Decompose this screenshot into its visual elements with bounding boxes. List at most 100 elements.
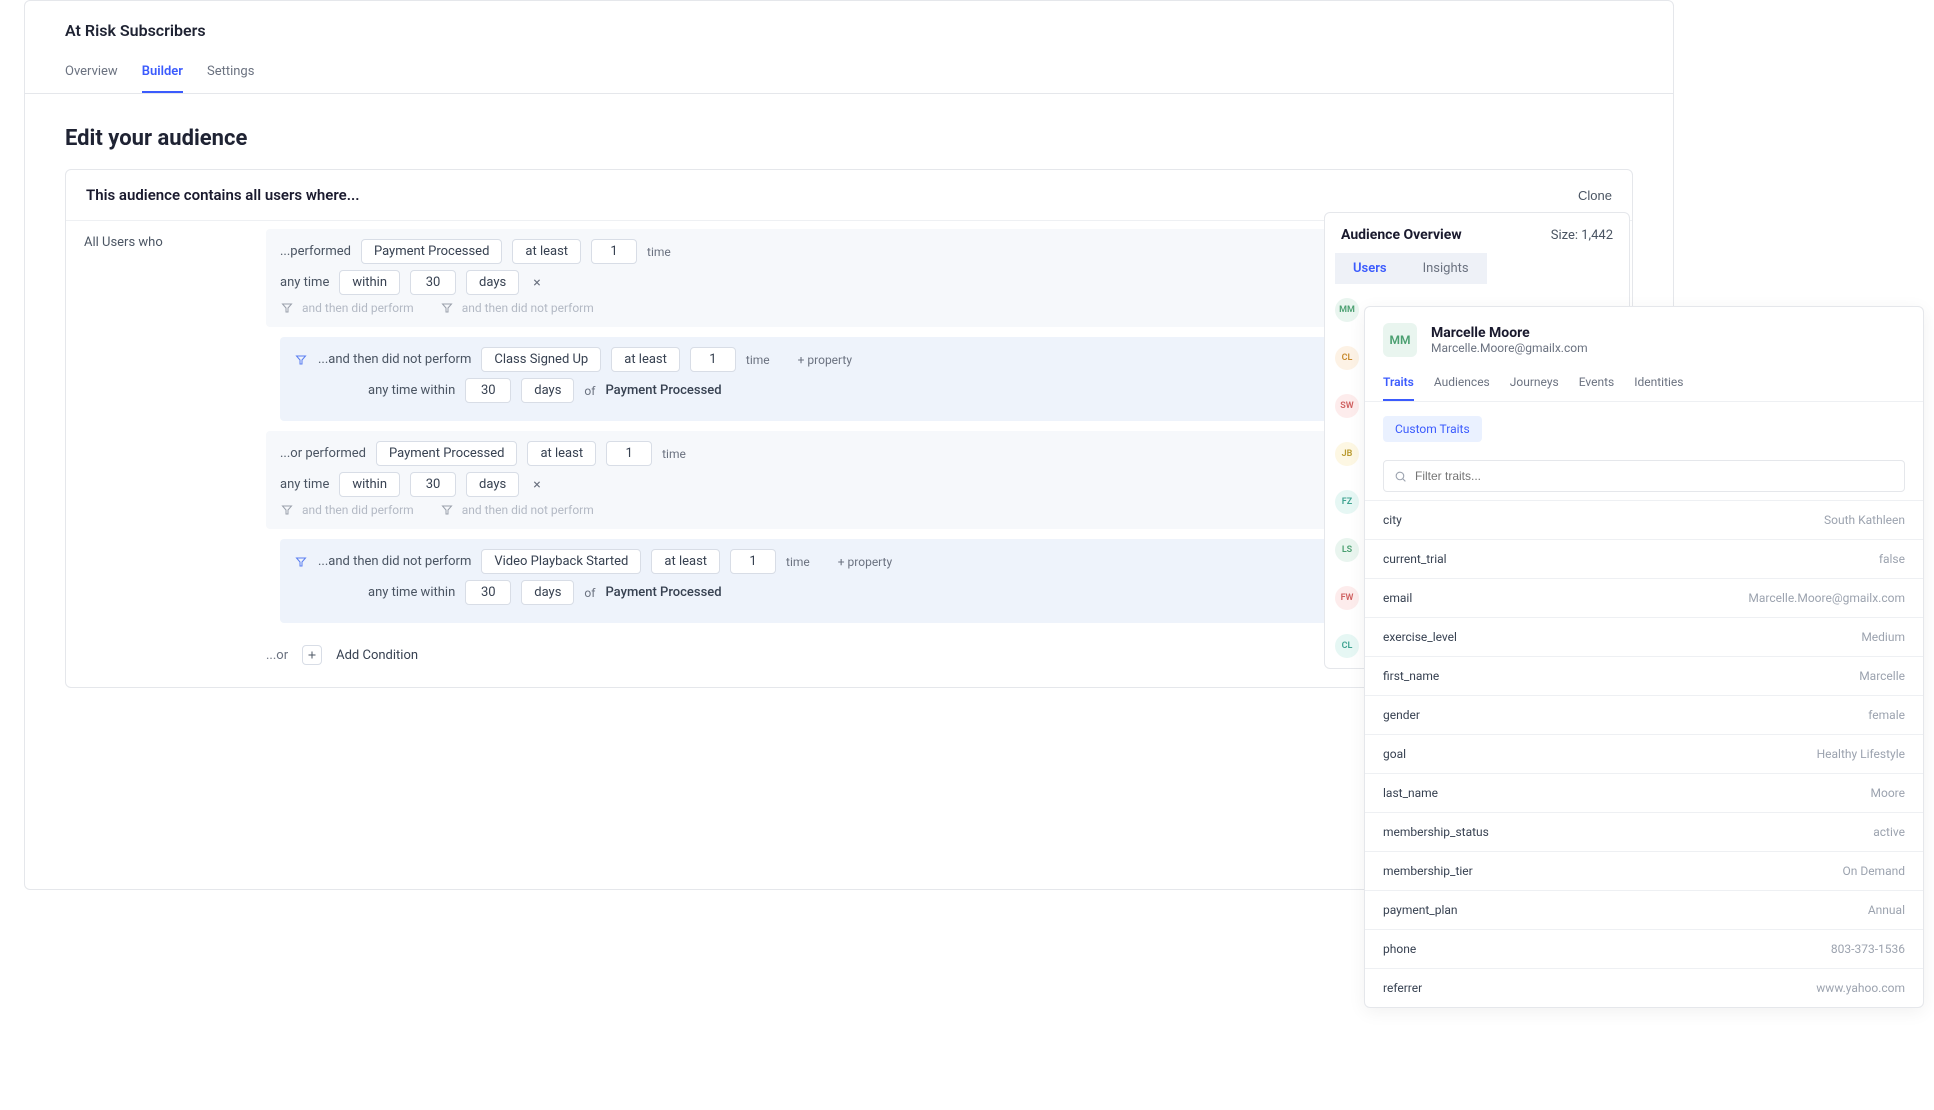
trait-value: Moore — [1871, 786, 1905, 800]
funnel-icon — [440, 503, 454, 517]
user-avatar[interactable]: FW — [1335, 586, 1359, 610]
within-num-input[interactable]: 30 — [410, 472, 456, 497]
trait-key: exercise_level — [1383, 630, 1457, 644]
event-select[interactable]: Payment Processed — [361, 239, 502, 264]
trait-key: email — [1383, 591, 1412, 605]
trait-row: payment_planAnnual — [1365, 890, 1923, 929]
of-label: of — [584, 586, 595, 600]
user-avatar[interactable]: MM — [1335, 298, 1359, 322]
remove-time-icon[interactable]: × — [529, 477, 544, 493]
event-select[interactable]: Video Playback Started — [481, 549, 641, 574]
comparator-select[interactable]: at least — [512, 239, 581, 264]
or-label: ...or — [266, 648, 288, 663]
builder-sidebar: All Users who — [66, 221, 266, 687]
time-label: time — [746, 353, 770, 367]
event-select[interactable]: Payment Processed — [376, 441, 517, 466]
or-performed-label: ...or performed — [280, 446, 366, 461]
trait-value: Healthy Lifestyle — [1817, 747, 1905, 761]
and-did-perform-hint[interactable]: and then did perform — [302, 503, 414, 517]
trait-key: membership_status — [1383, 825, 1489, 839]
and-did-perform-hint[interactable]: and then did perform — [302, 301, 414, 315]
profile-tab-journeys[interactable]: Journeys — [1510, 375, 1559, 401]
add-property-link[interactable]: + property — [838, 555, 892, 569]
profile-tab-traits[interactable]: Traits — [1383, 375, 1414, 401]
trait-value: Marcelle.Moore@gmailx.com — [1748, 591, 1905, 605]
tab-overview[interactable]: Overview — [65, 64, 118, 93]
add-property-link[interactable]: + property — [798, 353, 852, 367]
trait-key: goal — [1383, 747, 1406, 761]
comparator-select[interactable]: at least — [527, 441, 596, 466]
tab-settings[interactable]: Settings — [207, 64, 254, 93]
within-unit-select[interactable]: days — [466, 472, 519, 497]
trait-key: referrer — [1383, 981, 1422, 995]
count-input[interactable]: 1 — [606, 441, 652, 466]
count-input[interactable]: 1 — [730, 549, 776, 574]
profile-name: Marcelle Moore — [1431, 325, 1588, 341]
trait-key: membership_tier — [1383, 864, 1473, 878]
overview-title: Audience Overview — [1341, 227, 1462, 243]
within-unit-select[interactable]: days — [466, 270, 519, 295]
funnel-icon — [294, 555, 308, 569]
builder-header-title: This audience contains all users where..… — [86, 186, 359, 204]
trait-key: city — [1383, 513, 1402, 527]
trait-key: gender — [1383, 708, 1420, 722]
trait-value: www.yahoo.com — [1816, 981, 1905, 995]
profile-email: Marcelle.Moore@gmailx.com — [1431, 341, 1588, 355]
within-num-input[interactable]: 30 — [465, 378, 511, 403]
user-avatar[interactable]: CL — [1335, 634, 1359, 658]
profile-tab-audiences[interactable]: Audiences — [1434, 375, 1490, 401]
funnel-icon — [294, 353, 308, 367]
trait-key: first_name — [1383, 669, 1439, 683]
within-op-select[interactable]: within — [339, 472, 400, 497]
trait-search[interactable] — [1383, 460, 1905, 492]
trait-search-input[interactable] — [1415, 469, 1894, 483]
event-select[interactable]: Class Signed Up — [481, 347, 601, 372]
traits-list: citySouth Kathleencurrent_trialfalseemai… — [1365, 500, 1923, 1007]
user-avatar[interactable]: CL — [1335, 346, 1359, 370]
trait-value: active — [1873, 825, 1905, 839]
user-avatar[interactable]: FZ — [1335, 490, 1359, 514]
comparator-select[interactable]: at least — [651, 549, 720, 574]
trait-row: current_trialfalse — [1365, 539, 1923, 578]
user-avatar[interactable]: JB — [1335, 442, 1359, 466]
did-not-label: ...and then did not perform — [318, 352, 471, 367]
profile-tab-events[interactable]: Events — [1579, 375, 1615, 401]
user-avatar[interactable]: LS — [1335, 538, 1359, 562]
any-time-within-label: any time within — [368, 383, 455, 398]
add-condition-button[interactable]: Add Condition — [336, 648, 418, 663]
comparator-select[interactable]: at least — [611, 347, 680, 372]
trait-row: email Marcelle.Moore@gmailx.com — [1365, 578, 1923, 617]
any-time-within-label: any time within — [368, 585, 455, 600]
tab-builder[interactable]: Builder — [142, 64, 183, 93]
any-time-label: any time — [280, 477, 329, 492]
count-input[interactable]: 1 — [690, 347, 736, 372]
time-label: time — [662, 447, 686, 461]
overview-tab-insights[interactable]: Insights — [1405, 253, 1487, 284]
trait-row: phone803-373-1536 — [1365, 929, 1923, 968]
remove-time-icon[interactable]: × — [529, 275, 544, 291]
trait-key: phone — [1383, 942, 1416, 956]
of-label: of — [584, 384, 595, 398]
profile-panel: MM Marcelle Moore Marcelle.Moore@gmailx.… — [1364, 306, 1924, 1008]
profile-tab-identities[interactable]: Identities — [1634, 375, 1683, 401]
clone-button[interactable]: Clone — [1578, 188, 1612, 203]
funnel-icon — [440, 301, 454, 315]
page-title: At Risk Subscribers — [65, 21, 1633, 40]
trait-value: Medium — [1861, 630, 1905, 644]
and-did-not-hint[interactable]: and then did not perform — [462, 301, 594, 315]
custom-traits-chip[interactable]: Custom Traits — [1383, 416, 1482, 442]
plus-icon[interactable] — [302, 645, 322, 665]
overview-tab-users[interactable]: Users — [1335, 253, 1405, 284]
within-num-input[interactable]: 30 — [465, 580, 511, 605]
trait-row: citySouth Kathleen — [1365, 500, 1923, 539]
and-did-not-hint[interactable]: and then did not perform — [462, 503, 594, 517]
count-input[interactable]: 1 — [591, 239, 637, 264]
time-label: time — [786, 555, 810, 569]
within-unit-select[interactable]: days — [521, 378, 574, 403]
within-unit-select[interactable]: days — [521, 580, 574, 605]
trait-row: membership_status active — [1365, 812, 1923, 851]
user-avatar[interactable]: SW — [1335, 394, 1359, 418]
trait-row: genderfemale — [1365, 695, 1923, 734]
within-op-select[interactable]: within — [339, 270, 400, 295]
within-num-input[interactable]: 30 — [410, 270, 456, 295]
